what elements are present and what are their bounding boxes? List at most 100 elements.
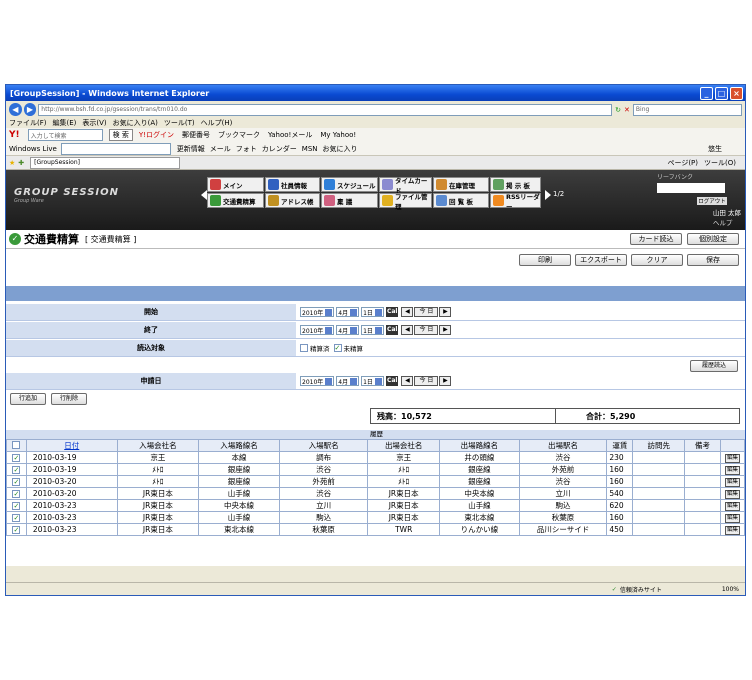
add-row-button[interactable]: 行追加 <box>10 393 46 405</box>
live-user[interactable]: 悠生 <box>708 144 722 154</box>
forward-button[interactable]: ▶ <box>23 103 37 116</box>
app-rss[interactable]: RSSリーダー <box>490 193 541 211</box>
cmd-tools[interactable]: ツール(O) <box>704 158 736 168</box>
edit-button[interactable]: 編集 <box>724 514 740 523</box>
yahoo-mail[interactable]: Yahoo!メール <box>268 130 312 140</box>
print-button[interactable]: 印刷 <box>519 254 571 266</box>
end-cal-button[interactable]: Cal <box>385 325 399 335</box>
yahoo-login[interactable]: Y!ログイン <box>139 130 174 140</box>
card-read-button[interactable]: カード読込 <box>630 233 682 245</box>
windows-live-label[interactable]: Windows Live <box>9 145 57 153</box>
apply-day-select[interactable]: 1日 <box>361 376 384 386</box>
app-file[interactable]: ファイル管理 <box>379 193 432 211</box>
col-date[interactable]: 日付 <box>25 439 118 452</box>
apply-today-button[interactable]: 今 日 <box>414 376 439 386</box>
end-prev-button[interactable]: ◀ <box>401 325 414 335</box>
live-msn[interactable]: MSN <box>302 145 318 153</box>
start-next-button[interactable]: ▶ <box>439 307 452 317</box>
help-link[interactable]: ヘルプ <box>713 219 733 227</box>
end-month-select[interactable]: 4月 <box>336 325 360 335</box>
live-favorites[interactable]: お気に入り <box>323 144 358 154</box>
favorites-star-icon[interactable]: ★ <box>9 159 15 167</box>
row-checkbox[interactable]: ✓ <box>12 526 21 534</box>
row-checkbox[interactable]: ✓ <box>12 478 21 486</box>
add-favorite-icon[interactable]: ✚ <box>18 159 24 167</box>
live-mail[interactable]: メール <box>210 144 231 154</box>
end-year-select[interactable]: 2010年 <box>300 325 335 335</box>
maximize-button[interactable]: □ <box>715 86 728 100</box>
personal-settings-button[interactable]: 個別設定 <box>687 233 739 245</box>
yahoo-search-button[interactable]: 検 索 <box>108 129 133 141</box>
logout-button[interactable]: ログアウト <box>697 197 727 205</box>
address-input[interactable]: http://www.bsh.fd.co.jp/gsession/trans/t… <box>38 103 613 116</box>
row-checkbox[interactable]: ✓ <box>12 454 21 462</box>
select-all-checkbox[interactable] <box>12 440 21 449</box>
close-button[interactable]: × <box>730 86 743 100</box>
app-next-arrow[interactable] <box>545 190 551 200</box>
edit-button[interactable]: 編集 <box>724 490 740 499</box>
start-prev-button[interactable]: ◀ <box>401 307 414 317</box>
start-today-button[interactable]: 今 日 <box>414 307 439 317</box>
app-address[interactable]: アドレス帳 <box>265 193 320 208</box>
my-yahoo[interactable]: My Yahoo! <box>320 131 356 139</box>
header-search-input[interactable] <box>657 183 725 193</box>
apply-year-select[interactable]: 2010年 <box>300 376 335 386</box>
edit-button[interactable]: 編集 <box>724 466 740 475</box>
end-today-button[interactable]: 今 日 <box>414 325 439 335</box>
history-read-button[interactable]: 履歴読込 <box>690 360 738 372</box>
start-year-select[interactable]: 2010年 <box>300 307 335 317</box>
start-month-select[interactable]: 4月 <box>336 307 360 317</box>
yahoo-search-input[interactable]: 入力して検索 <box>27 129 103 141</box>
unsettled-checkbox[interactable]: ✓ <box>333 344 342 352</box>
back-button[interactable]: ◀ <box>9 103 22 116</box>
menu-help[interactable]: ヘルプ(H) <box>201 118 233 128</box>
edit-button[interactable]: 編集 <box>724 454 740 463</box>
cmd-page[interactable]: ページ(P) <box>667 158 698 168</box>
live-update[interactable]: 更新情報 <box>177 144 205 154</box>
zoom-level[interactable]: 100% <box>722 586 739 593</box>
end-next-button[interactable]: ▶ <box>439 325 452 335</box>
live-search-input[interactable] <box>60 142 171 155</box>
edit-button[interactable]: 編集 <box>724 502 740 511</box>
end-day-select[interactable]: 1日 <box>361 325 384 335</box>
start-cal-button[interactable]: Cal <box>385 307 399 317</box>
menu-tools[interactable]: ツール(T) <box>164 118 195 128</box>
search-input[interactable]: Bing <box>632 103 742 116</box>
app-schedule[interactable]: スケジュール <box>321 177 378 192</box>
save-button[interactable]: 保存 <box>687 254 739 266</box>
apply-next-button[interactable]: ▶ <box>439 376 452 386</box>
delete-row-button[interactable]: 行削除 <box>51 393 87 405</box>
clear-button[interactable]: クリア <box>631 254 683 266</box>
menu-favorites[interactable]: お気に入り(A) <box>113 118 158 128</box>
yahoo-bookmark[interactable]: ブックマーク <box>218 130 260 140</box>
app-main[interactable]: メイン <box>207 177 264 192</box>
yahoo-logo[interactable]: Y! <box>9 130 20 140</box>
apply-cal-button[interactable]: Cal <box>385 376 399 386</box>
live-photo[interactable]: フォト <box>236 144 257 154</box>
stop-icon[interactable]: ✕ <box>624 106 630 114</box>
settled-checkbox[interactable] <box>300 344 308 352</box>
menu-view[interactable]: 表示(V) <box>82 118 106 128</box>
minimize-button[interactable]: _ <box>700 86 713 100</box>
live-calendar[interactable]: カレンダー <box>262 144 297 154</box>
app-user-info[interactable]: 社員情報 <box>265 177 320 192</box>
apply-month-select[interactable]: 4月 <box>336 376 360 386</box>
edit-button[interactable]: 編集 <box>724 478 740 487</box>
export-button[interactable]: エクスポート <box>575 254 627 266</box>
menu-edit[interactable]: 編集(E) <box>53 118 77 128</box>
row-checkbox[interactable]: ✓ <box>12 514 21 522</box>
row-checkbox[interactable]: ✓ <box>12 490 21 498</box>
app-ringi[interactable]: 稟 議 <box>321 193 378 208</box>
refresh-icon[interactable]: ↻ <box>615 106 621 114</box>
row-checkbox[interactable]: ✓ <box>12 466 21 474</box>
edit-button[interactable]: 編集 <box>724 526 740 535</box>
start-day-select[interactable]: 1日 <box>361 307 384 317</box>
row-checkbox[interactable]: ✓ <box>12 502 21 510</box>
app-circular[interactable]: 回 覧 板 <box>433 193 489 208</box>
app-stock[interactable]: 在庫管理 <box>433 177 489 192</box>
tab-groupsession[interactable]: [GroupSession] <box>30 156 181 169</box>
menu-file[interactable]: ファイル(F) <box>9 118 47 128</box>
apply-prev-button[interactable]: ◀ <box>401 376 414 386</box>
yahoo-postal[interactable]: 郵便番号 <box>182 130 210 140</box>
app-transport[interactable]: 交通費精算 <box>207 193 264 208</box>
